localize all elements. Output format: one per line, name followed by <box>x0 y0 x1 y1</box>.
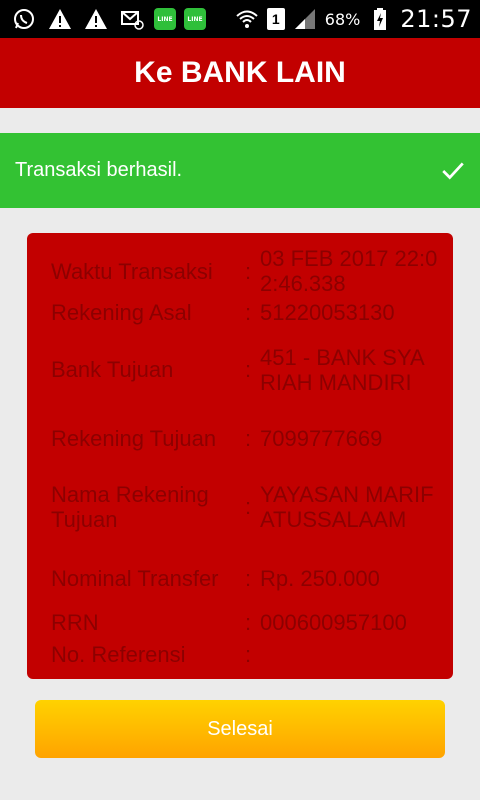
detail-value: 000600957100 <box>260 609 407 635</box>
page-title: Ke BANK LAIN <box>134 56 346 89</box>
detail-label: Bank Tujuan <box>51 357 174 382</box>
notification-icons: LINE LINE <box>10 4 206 34</box>
selesai-button[interactable]: Selesai <box>35 700 445 758</box>
detail-label: Nama Rekening Tujuan <box>51 481 209 532</box>
detail-separator: : <box>244 357 252 382</box>
whatsapp-icon <box>10 5 38 33</box>
transaction-details-card: Waktu Transaksi : 03 FEB 2017 22:02:46.3… <box>27 233 453 679</box>
detail-separator: : <box>244 609 252 635</box>
detail-row-nominal: Nominal Transfer : Rp. 250.000 <box>51 549 439 607</box>
detail-value: 03 FEB 2017 22:02:46.338 <box>260 246 438 296</box>
detail-row-waktu: Waktu Transaksi : 03 FEB 2017 22:02:46.3… <box>51 245 439 297</box>
detail-separator: : <box>244 258 252 284</box>
detail-value: YAYASAN MARIFATUSSALAAM <box>260 481 434 532</box>
detail-label: RRN <box>51 609 99 635</box>
success-banner: Transaksi berhasil. <box>0 133 480 208</box>
detail-label: No. Referensi <box>51 641 186 667</box>
detail-value: 51220053130 <box>260 299 395 325</box>
system-indicators: 1 68% 21:57 <box>233 3 472 35</box>
detail-value: 7099777669 <box>260 425 383 451</box>
wifi-icon <box>233 5 261 33</box>
success-message: Transaksi berhasil. <box>15 159 183 181</box>
warning-icon <box>46 5 74 33</box>
warning-icon <box>82 5 110 33</box>
detail-value: Rp. 250.000 <box>260 565 380 591</box>
status-bar: LINE LINE 1 68% 21:57 <box>0 0 480 38</box>
signal-icon <box>291 5 319 33</box>
detail-label: Rekening Asal <box>51 299 192 325</box>
battery-percent: 68% <box>324 9 361 29</box>
detail-row-rrn: RRN : 000600957100 <box>51 607 439 637</box>
detail-separator: : <box>244 299 252 325</box>
clock: 21:57 <box>400 5 472 33</box>
detail-separator: : <box>244 425 252 451</box>
detail-row-nama-rekening: Nama Rekening Tujuan : YAYASAN MARIFATUS… <box>51 464 439 549</box>
detail-value: 451 - BANK SYARIAH MANDIRI <box>260 344 425 395</box>
detail-row-rekening-asal: Rekening Asal : 51220053130 <box>51 297 439 327</box>
app-header: Ke BANK LAIN <box>0 38 480 108</box>
detail-row-rekening-tujuan: Rekening Tujuan : 7099777669 <box>51 412 439 464</box>
sim-icon: 1 <box>266 8 285 30</box>
email-icon <box>118 5 146 33</box>
line-icon: LINE <box>184 8 206 30</box>
detail-row-bank-tujuan: Bank Tujuan : 451 - BANK SYARIAH MANDIRI <box>51 327 439 412</box>
detail-row-no-referensi: No. Referensi : <box>51 637 439 671</box>
detail-label: Rekening Tujuan <box>51 425 217 451</box>
line-icon: LINE <box>154 8 176 30</box>
detail-separator: : <box>244 641 252 667</box>
checkmark-icon <box>440 158 466 184</box>
detail-label: Nominal Transfer <box>51 565 219 591</box>
detail-separator: : <box>244 565 252 591</box>
detail-label: Waktu Transaksi <box>51 258 213 284</box>
detail-separator: : <box>244 494 252 519</box>
battery-charging-icon <box>366 5 394 33</box>
